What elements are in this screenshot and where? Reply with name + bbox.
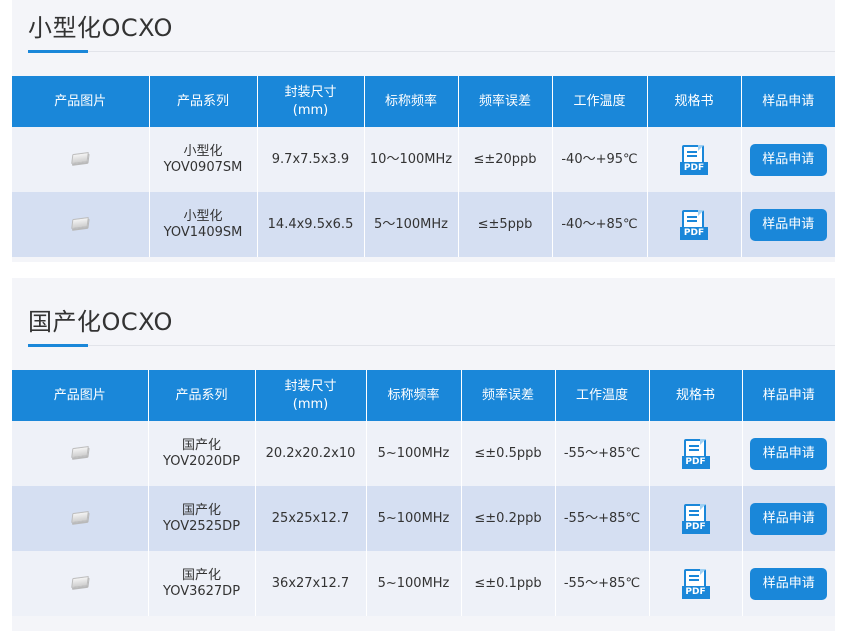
sample-request-cell: 样品申请 — [742, 486, 835, 551]
sample-request-cell: 样品申请 — [741, 127, 835, 192]
section-mini-ocxo: 小型化OCXO 产品图片 产品系列 封装尺寸 (mm) 标称频率 频率误差 工作… — [12, 0, 835, 262]
pdf-icon[interactable]: PDF — [680, 144, 708, 175]
nominal-frequency: 5～100MHz — [364, 192, 459, 257]
product-series[interactable]: 国产化 YOV3627DP — [148, 551, 256, 616]
section-title: 国产化OCXO — [28, 308, 173, 336]
product-image-cell — [12, 192, 150, 257]
header-product-series: 产品系列 — [149, 76, 258, 127]
operating-temperature: -55～+85℃ — [555, 551, 650, 616]
sample-request-button[interactable]: 样品申请 — [750, 567, 828, 600]
section-title: 小型化OCXO — [28, 14, 173, 42]
header-operating-temperature: 工作温度 — [552, 76, 648, 127]
product-image-cell — [12, 486, 149, 551]
package-size: 36x27x12.7 — [255, 551, 367, 616]
product-series[interactable]: 国产化 YOV2020DP — [148, 421, 256, 486]
header-frequency-error: 频率误差 — [458, 76, 553, 127]
header-product-image: 产品图片 — [12, 76, 150, 127]
header-package-size: 封装尺寸 (mm) — [255, 370, 367, 421]
operating-temperature: -40～+85℃ — [552, 192, 648, 257]
chip-icon[interactable] — [70, 445, 89, 458]
header-nominal-frequency: 标称频率 — [364, 76, 459, 127]
spec-sheet-cell: PDF — [649, 486, 743, 551]
header-sample-request: 样品申请 — [742, 370, 835, 421]
frequency-error: ≤±5ppb — [458, 192, 553, 257]
package-size: 9.7x7.5x3.9 — [257, 127, 365, 192]
sample-request-button[interactable]: 样品申请 — [749, 143, 827, 176]
package-size: 20.2x20.2x10 — [255, 421, 367, 486]
spec-sheet-cell: PDF — [649, 421, 743, 486]
product-image-cell — [12, 421, 149, 486]
operating-temperature: -40～+95℃ — [552, 127, 648, 192]
header-operating-temperature: 工作温度 — [555, 370, 650, 421]
frequency-error: ≤±20ppb — [458, 127, 553, 192]
frequency-error: ≤±0.2ppb — [461, 486, 556, 551]
title-accent-bar — [28, 344, 88, 347]
table-row: 小型化 YOV1409SM 14.4x9.5x6.5 5～100MHz ≤±5p… — [12, 192, 835, 257]
operating-temperature: -55～+85℃ — [555, 421, 650, 486]
sample-request-button[interactable]: 样品申请 — [749, 208, 827, 241]
section-domestic-ocxo: 国产化OCXO 产品图片 产品系列 封装尺寸 (mm) 标称频率 频率误差 工作… — [12, 278, 835, 631]
header-product-image: 产品图片 — [12, 370, 149, 421]
chip-icon[interactable] — [71, 151, 90, 164]
sample-request-button[interactable]: 样品申请 — [750, 437, 828, 470]
table-header-row: 产品图片 产品系列 封装尺寸 (mm) 标称频率 频率误差 工作温度 规格书 样… — [12, 370, 835, 421]
chip-icon[interactable] — [70, 510, 89, 523]
table-row: 国产化 YOV3627DP 36x27x12.7 5~100MHz ≤±0.1p… — [12, 551, 835, 616]
header-spec-sheet: 规格书 — [649, 370, 743, 421]
chip-icon[interactable] — [71, 216, 90, 229]
pdf-icon[interactable]: PDF — [681, 568, 710, 599]
title-accent-bar — [28, 50, 88, 53]
package-size: 14.4x9.5x6.5 — [257, 192, 365, 257]
header-product-series: 产品系列 — [148, 370, 256, 421]
sample-request-button[interactable]: 样品申请 — [750, 502, 828, 535]
nominal-frequency: 5~100MHz — [366, 551, 462, 616]
title-divider — [28, 51, 835, 52]
title-divider — [28, 345, 835, 346]
package-size: 25x25x12.7 — [255, 486, 367, 551]
sample-request-cell: 样品申请 — [742, 421, 835, 486]
pdf-icon[interactable]: PDF — [680, 209, 708, 240]
product-image-cell — [12, 551, 149, 616]
nominal-frequency: 10～100MHz — [364, 127, 459, 192]
sample-request-cell: 样品申请 — [741, 192, 835, 257]
nominal-frequency: 5~100MHz — [366, 486, 462, 551]
frequency-error: ≤±0.1ppb — [461, 551, 556, 616]
header-nominal-frequency: 标称频率 — [366, 370, 462, 421]
header-sample-request: 样品申请 — [741, 76, 835, 127]
chip-icon[interactable] — [70, 575, 89, 588]
pdf-icon[interactable]: PDF — [681, 503, 710, 534]
table-row: 国产化 YOV2525DP 25x25x12.7 5~100MHz ≤±0.2p… — [12, 486, 835, 551]
spec-sheet-cell: PDF — [647, 127, 742, 192]
operating-temperature: -55～+85℃ — [555, 486, 650, 551]
spec-sheet-cell: PDF — [647, 192, 742, 257]
frequency-error: ≤±0.5ppb — [461, 421, 556, 486]
header-spec-sheet: 规格书 — [647, 76, 742, 127]
nominal-frequency: 5~100MHz — [366, 421, 462, 486]
header-frequency-error: 频率误差 — [461, 370, 556, 421]
spec-sheet-cell: PDF — [649, 551, 743, 616]
product-table: 产品图片 产品系列 封装尺寸 (mm) 标称频率 频率误差 工作温度 规格书 样… — [12, 370, 835, 616]
pdf-icon[interactable]: PDF — [681, 438, 710, 469]
product-series[interactable]: 国产化 YOV2525DP — [148, 486, 256, 551]
product-series[interactable]: 小型化 YOV0907SM — [149, 127, 258, 192]
table-row: 小型化 YOV0907SM 9.7x7.5x3.9 10～100MHz ≤±20… — [12, 127, 835, 192]
product-image-cell — [12, 127, 150, 192]
product-table: 产品图片 产品系列 封装尺寸 (mm) 标称频率 频率误差 工作温度 规格书 样… — [12, 76, 835, 257]
product-series[interactable]: 小型化 YOV1409SM — [149, 192, 258, 257]
sample-request-cell: 样品申请 — [742, 551, 835, 616]
header-package-size: 封装尺寸 (mm) — [257, 76, 365, 127]
table-header-row: 产品图片 产品系列 封装尺寸 (mm) 标称频率 频率误差 工作温度 规格书 样… — [12, 76, 835, 127]
table-row: 国产化 YOV2020DP 20.2x20.2x10 5~100MHz ≤±0.… — [12, 421, 835, 486]
